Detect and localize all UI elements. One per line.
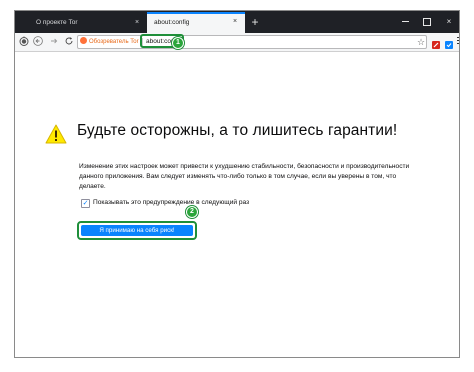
minimize-icon	[401, 21, 409, 23]
accept-risk-button[interactable]: Я принимаю на себя риск!	[81, 225, 193, 236]
tab-about-config[interactable]: about:config ×	[147, 12, 245, 33]
forward-arrow-icon[interactable]	[48, 36, 60, 48]
step-badge-2: 2	[186, 206, 198, 218]
extension-icon[interactable]	[431, 37, 441, 49]
accept-highlight-frame: Я принимаю на себя риск!	[77, 221, 197, 240]
firefox-icon	[80, 37, 87, 44]
navigation-toolbar: Обозреватель Tor about:config ☆	[15, 33, 459, 52]
tor-button-icon[interactable]	[444, 37, 454, 49]
identity-box[interactable]: Обозреватель Tor	[80, 36, 139, 48]
identity-label: Обозреватель Tor	[89, 39, 139, 45]
tab-strip: О проекте Tor × about:config × + ×	[15, 11, 459, 33]
tab-close-icon[interactable]: ×	[133, 12, 141, 33]
page-content: Будьте осторожны, а то лишитесь гарантии…	[15, 52, 459, 357]
minimize-button[interactable]	[393, 11, 417, 33]
url-bar[interactable]: Обозреватель Tor about:config ☆	[77, 34, 427, 49]
warning-description: Изменение этих настроек может привести к…	[79, 163, 410, 190]
tab-label: about:config	[154, 19, 190, 26]
show-warning-label[interactable]: Показывать это предупреждение в следующи…	[93, 198, 249, 208]
new-tab-button[interactable]: +	[248, 13, 262, 31]
show-warning-checkbox[interactable]: ✓	[81, 199, 90, 208]
warning-icon	[45, 124, 67, 144]
star-icon[interactable]: ☆	[417, 36, 425, 48]
maximize-button[interactable]	[415, 11, 439, 33]
onion-icon[interactable]	[18, 36, 30, 48]
browser-window: О проекте Tor × about:config × + × Обозр…	[14, 10, 460, 358]
tab-about-tor[interactable]: О проекте Tor ×	[29, 12, 147, 33]
hamburger-menu-icon[interactable]	[457, 37, 459, 47]
reload-icon[interactable]	[63, 36, 75, 48]
step-badge-1: 1	[172, 37, 184, 49]
back-arrow-icon[interactable]	[32, 36, 44, 48]
tab-close-icon[interactable]: ×	[231, 13, 239, 31]
window-close-button[interactable]: ×	[437, 11, 459, 33]
maximize-icon	[423, 17, 431, 26]
tab-label: О проекте Tor	[36, 19, 78, 26]
page-title: Будьте осторожны, а то лишитесь гарантии…	[77, 122, 398, 139]
